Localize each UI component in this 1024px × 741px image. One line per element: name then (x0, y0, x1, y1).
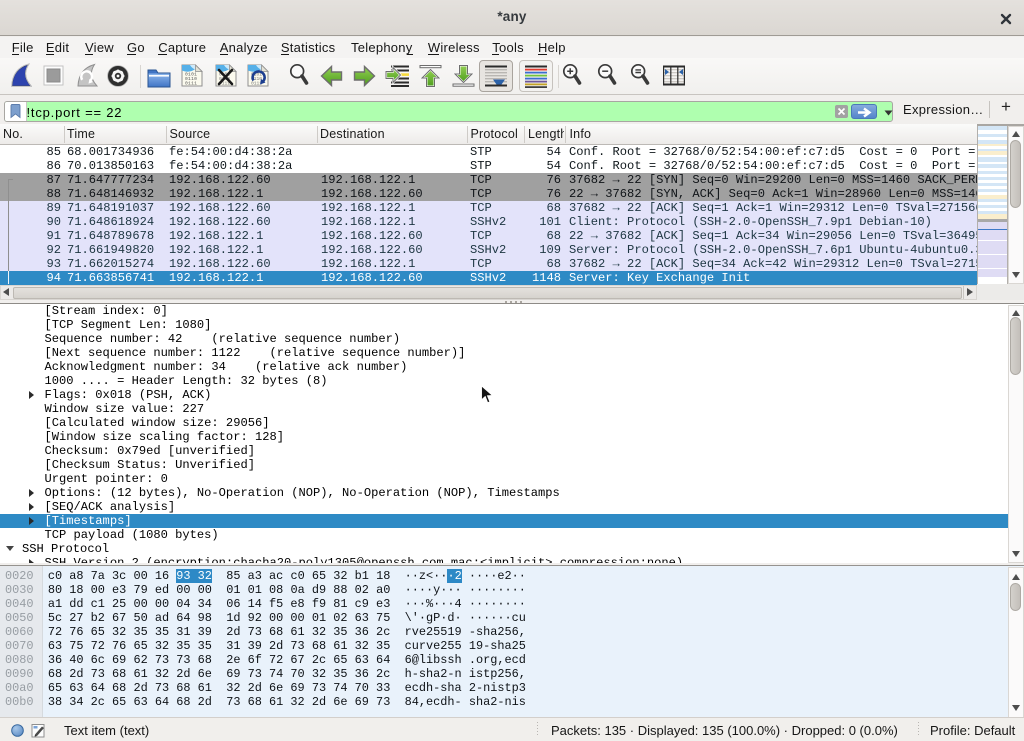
svg-text:0111: 0111 (185, 81, 197, 87)
